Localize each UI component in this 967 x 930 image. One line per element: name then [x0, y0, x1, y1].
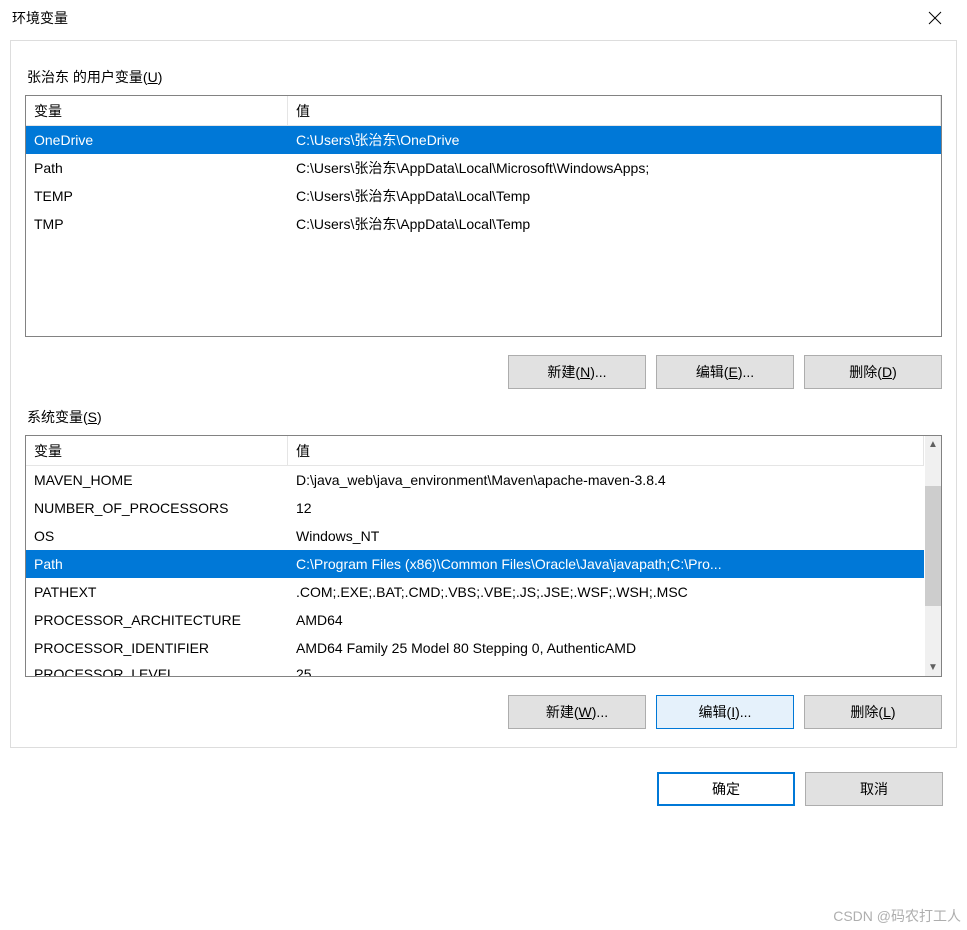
cell-value: AMD64 Family 25 Model 80 Stepping 0, Aut…: [288, 634, 924, 662]
cell-value: C:\Users\张治东\OneDrive: [288, 126, 941, 154]
cell-variable: PROCESSOR_LEVEL: [26, 662, 288, 676]
cell-variable: OS: [26, 522, 288, 550]
user-vars-label: 张治东 的用户变量(U): [27, 67, 942, 87]
cell-variable: Path: [26, 154, 288, 182]
dialog-body: 张治东 的用户变量(U) 变量 值 OneDriveC:\Users\张治东\O…: [10, 40, 957, 748]
sys-list-header: 变量 值: [26, 436, 924, 466]
table-row[interactable]: PATHEXT.COM;.EXE;.BAT;.CMD;.VBS;.VBE;.JS…: [26, 578, 924, 606]
scroll-thumb[interactable]: [925, 486, 941, 606]
table-row[interactable]: PathC:\Users\张治东\AppData\Local\Microsoft…: [26, 154, 941, 182]
user-button-row: 新建(N)... 编辑(E)... 删除(D): [25, 355, 942, 389]
cell-value: C:\Users\张治东\AppData\Local\Microsoft\Win…: [288, 154, 941, 182]
dialog-button-row: 确定 取消: [0, 772, 943, 806]
system-vars-list[interactable]: 变量 值 MAVEN_HOMED:\java_web\java_environm…: [25, 435, 942, 677]
titlebar: 环境变量: [0, 0, 967, 36]
cell-value: .COM;.EXE;.BAT;.CMD;.VBS;.VBE;.JS;.JSE;.…: [288, 578, 924, 606]
table-row[interactable]: TEMPC:\Users\张治东\AppData\Local\Temp: [26, 182, 941, 210]
cell-value: Windows_NT: [288, 522, 924, 550]
table-row[interactable]: PathC:\Program Files (x86)\Common Files\…: [26, 550, 924, 578]
scrollbar[interactable]: ▲ ▼: [924, 436, 941, 676]
cell-variable: PROCESSOR_IDENTIFIER: [26, 634, 288, 662]
user-list-header: 变量 值: [26, 96, 941, 126]
cell-value: C:\Program Files (x86)\Common Files\Orac…: [288, 550, 924, 578]
scroll-down-icon[interactable]: ▼: [925, 659, 941, 676]
table-row[interactable]: OneDriveC:\Users\张治东\OneDrive: [26, 126, 941, 154]
ok-button[interactable]: 确定: [657, 772, 795, 806]
header-variable[interactable]: 变量: [26, 96, 288, 125]
cell-value: C:\Users\张治东\AppData\Local\Temp: [288, 210, 941, 238]
header-value[interactable]: 值: [288, 96, 941, 125]
cell-value: AMD64: [288, 606, 924, 634]
cell-variable: PROCESSOR_ARCHITECTURE: [26, 606, 288, 634]
cell-variable: NUMBER_OF_PROCESSORS: [26, 494, 288, 522]
user-vars-list[interactable]: 变量 值 OneDriveC:\Users\张治东\OneDrivePathC:…: [25, 95, 942, 337]
cell-value: D:\java_web\java_environment\Maven\apach…: [288, 466, 924, 494]
cell-variable: MAVEN_HOME: [26, 466, 288, 494]
sys-delete-button[interactable]: 删除(L): [804, 695, 942, 729]
table-row[interactable]: OSWindows_NT: [26, 522, 924, 550]
cell-variable: TMP: [26, 210, 288, 238]
system-vars-label: 系统变量(S): [27, 407, 942, 427]
table-row[interactable]: TMPC:\Users\张治东\AppData\Local\Temp: [26, 210, 941, 238]
user-delete-button[interactable]: 删除(D): [804, 355, 942, 389]
cell-variable: OneDrive: [26, 126, 288, 154]
table-row[interactable]: NUMBER_OF_PROCESSORS12: [26, 494, 924, 522]
user-edit-button[interactable]: 编辑(E)...: [656, 355, 794, 389]
header-variable[interactable]: 变量: [26, 436, 288, 465]
cell-variable: TEMP: [26, 182, 288, 210]
user-new-button[interactable]: 新建(N)...: [508, 355, 646, 389]
cell-value: 25: [288, 662, 924, 676]
sys-new-button[interactable]: 新建(W)...: [508, 695, 646, 729]
sys-edit-button[interactable]: 编辑(I)...: [656, 695, 794, 729]
table-row[interactable]: PROCESSOR_LEVEL25: [26, 662, 924, 676]
table-row[interactable]: PROCESSOR_ARCHITECTUREAMD64: [26, 606, 924, 634]
window-title: 环境变量: [12, 8, 915, 28]
scroll-up-icon[interactable]: ▲: [925, 436, 941, 453]
cell-value: 12: [288, 494, 924, 522]
system-button-row: 新建(W)... 编辑(I)... 删除(L): [25, 695, 942, 729]
cell-value: C:\Users\张治东\AppData\Local\Temp: [288, 182, 941, 210]
header-value[interactable]: 值: [288, 436, 924, 465]
watermark: CSDN @码农打工人: [833, 906, 961, 926]
table-row[interactable]: PROCESSOR_IDENTIFIERAMD64 Family 25 Mode…: [26, 634, 924, 662]
table-row[interactable]: MAVEN_HOMED:\java_web\java_environment\M…: [26, 466, 924, 494]
cell-variable: Path: [26, 550, 288, 578]
cell-variable: PATHEXT: [26, 578, 288, 606]
cancel-button[interactable]: 取消: [805, 772, 943, 806]
close-icon[interactable]: [915, 3, 955, 33]
